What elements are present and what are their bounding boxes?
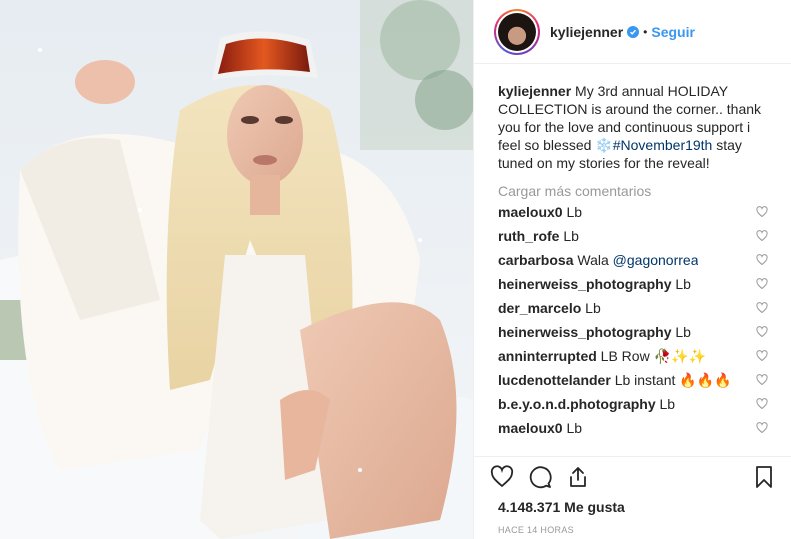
comment-text: Lb <box>566 204 583 220</box>
comment-username[interactable]: ruth_rofe <box>498 228 559 244</box>
comment-username[interactable]: heinerweiss_photography <box>498 324 671 340</box>
bookmark-icon[interactable] <box>752 465 776 489</box>
comment-row: maeloux0 Lb <box>498 200 768 224</box>
follow-button[interactable]: Seguir <box>651 24 695 40</box>
comment-username[interactable]: maeloux0 <box>498 420 563 436</box>
caption-username[interactable]: kyliejenner <box>498 83 571 99</box>
comment-row: b.e.y.o.n.d.photography Lb <box>498 392 768 416</box>
comment-text: Lb <box>566 420 583 436</box>
comment-text: Lb <box>675 276 691 292</box>
comment-like-heart-icon[interactable] <box>756 206 768 218</box>
verified-badge-icon <box>627 25 640 38</box>
post-actions: 4.148.371 Me gusta HACE 14 HORAS <box>474 456 791 539</box>
action-icons <box>490 459 776 495</box>
comment-username[interactable]: maeloux0 <box>498 204 563 220</box>
comment-row: heinerweiss_photography Lb <box>498 272 768 296</box>
post-header: kyliejenner • Seguir <box>474 0 791 64</box>
comment-row: maeloux0 Lb <box>498 416 768 440</box>
comment-username[interactable]: anninterrupted <box>498 348 597 364</box>
comment-row: lucdenottelander Lb instant 🔥🔥🔥 <box>498 368 768 392</box>
comment-like-heart-icon[interactable] <box>756 350 768 362</box>
comment-text: Wala <box>577 252 609 268</box>
header-username[interactable]: kyliejenner <box>550 24 623 40</box>
comment-text: LB Row 🥀✨✨ <box>600 347 706 364</box>
comment-like-heart-icon[interactable] <box>756 278 768 290</box>
comment-like-heart-icon[interactable] <box>756 374 768 386</box>
comment-row: heinerweiss_photography Lb <box>498 320 768 344</box>
likes-count[interactable]: 4.148.371 Me gusta <box>490 499 776 515</box>
story-ring[interactable] <box>494 8 540 55</box>
load-more-comments-button[interactable]: Cargar más comentarios <box>498 182 768 200</box>
comment-text: Lb <box>659 396 676 412</box>
comment-row: anninterrupted LB Row 🥀✨✨ <box>498 344 768 368</box>
comment-text: Lb <box>563 228 579 244</box>
comment-icon[interactable] <box>528 465 552 489</box>
post-timestamp[interactable]: HACE 14 HORAS <box>490 525 776 535</box>
comments-section: kyliejenner My 3rd annual HOLIDAY COLLEC… <box>474 64 791 456</box>
post-photo-illustration <box>0 0 473 539</box>
post-side-panel: kyliejenner • Seguir kyliejenner My 3rd … <box>473 0 791 539</box>
comment-text: Lb <box>585 300 601 316</box>
share-icon[interactable] <box>566 465 590 489</box>
heart-icon[interactable] <box>490 465 514 489</box>
post-caption: kyliejenner My 3rd annual HOLIDAY COLLEC… <box>498 82 768 172</box>
comment-username[interactable]: carbarbosa <box>498 252 573 268</box>
comment-text: Lb <box>675 324 691 340</box>
comment-row: ruth_rofe Lb <box>498 224 768 248</box>
avatar <box>498 12 536 51</box>
header-separator: • <box>643 24 648 39</box>
comment-username[interactable]: heinerweiss_photography <box>498 276 671 292</box>
comment-row: carbarbosa Wala @gagonorrea <box>498 248 768 272</box>
comment-like-heart-icon[interactable] <box>756 326 768 338</box>
comment-like-heart-icon[interactable] <box>756 398 768 410</box>
post-image[interactable] <box>0 0 473 539</box>
comment-username[interactable]: lucdenottelander <box>498 372 611 388</box>
comment-like-heart-icon[interactable] <box>756 254 768 266</box>
comment-username[interactable]: b.e.y.o.n.d.photography <box>498 396 656 412</box>
comment-row: der_marcelo Lb <box>498 296 768 320</box>
comment-like-heart-icon[interactable] <box>756 302 768 314</box>
comment-text: Lb instant 🔥🔥🔥 <box>614 371 732 388</box>
comment-username[interactable]: der_marcelo <box>498 300 581 316</box>
comment-like-heart-icon[interactable] <box>756 230 768 242</box>
comment-like-heart-icon[interactable] <box>756 422 768 434</box>
comment-mention[interactable]: @gagonorrea <box>613 252 699 268</box>
caption-hashtag[interactable]: #November19th <box>613 137 713 153</box>
snowflake-emoji: ❄️ <box>595 137 613 153</box>
